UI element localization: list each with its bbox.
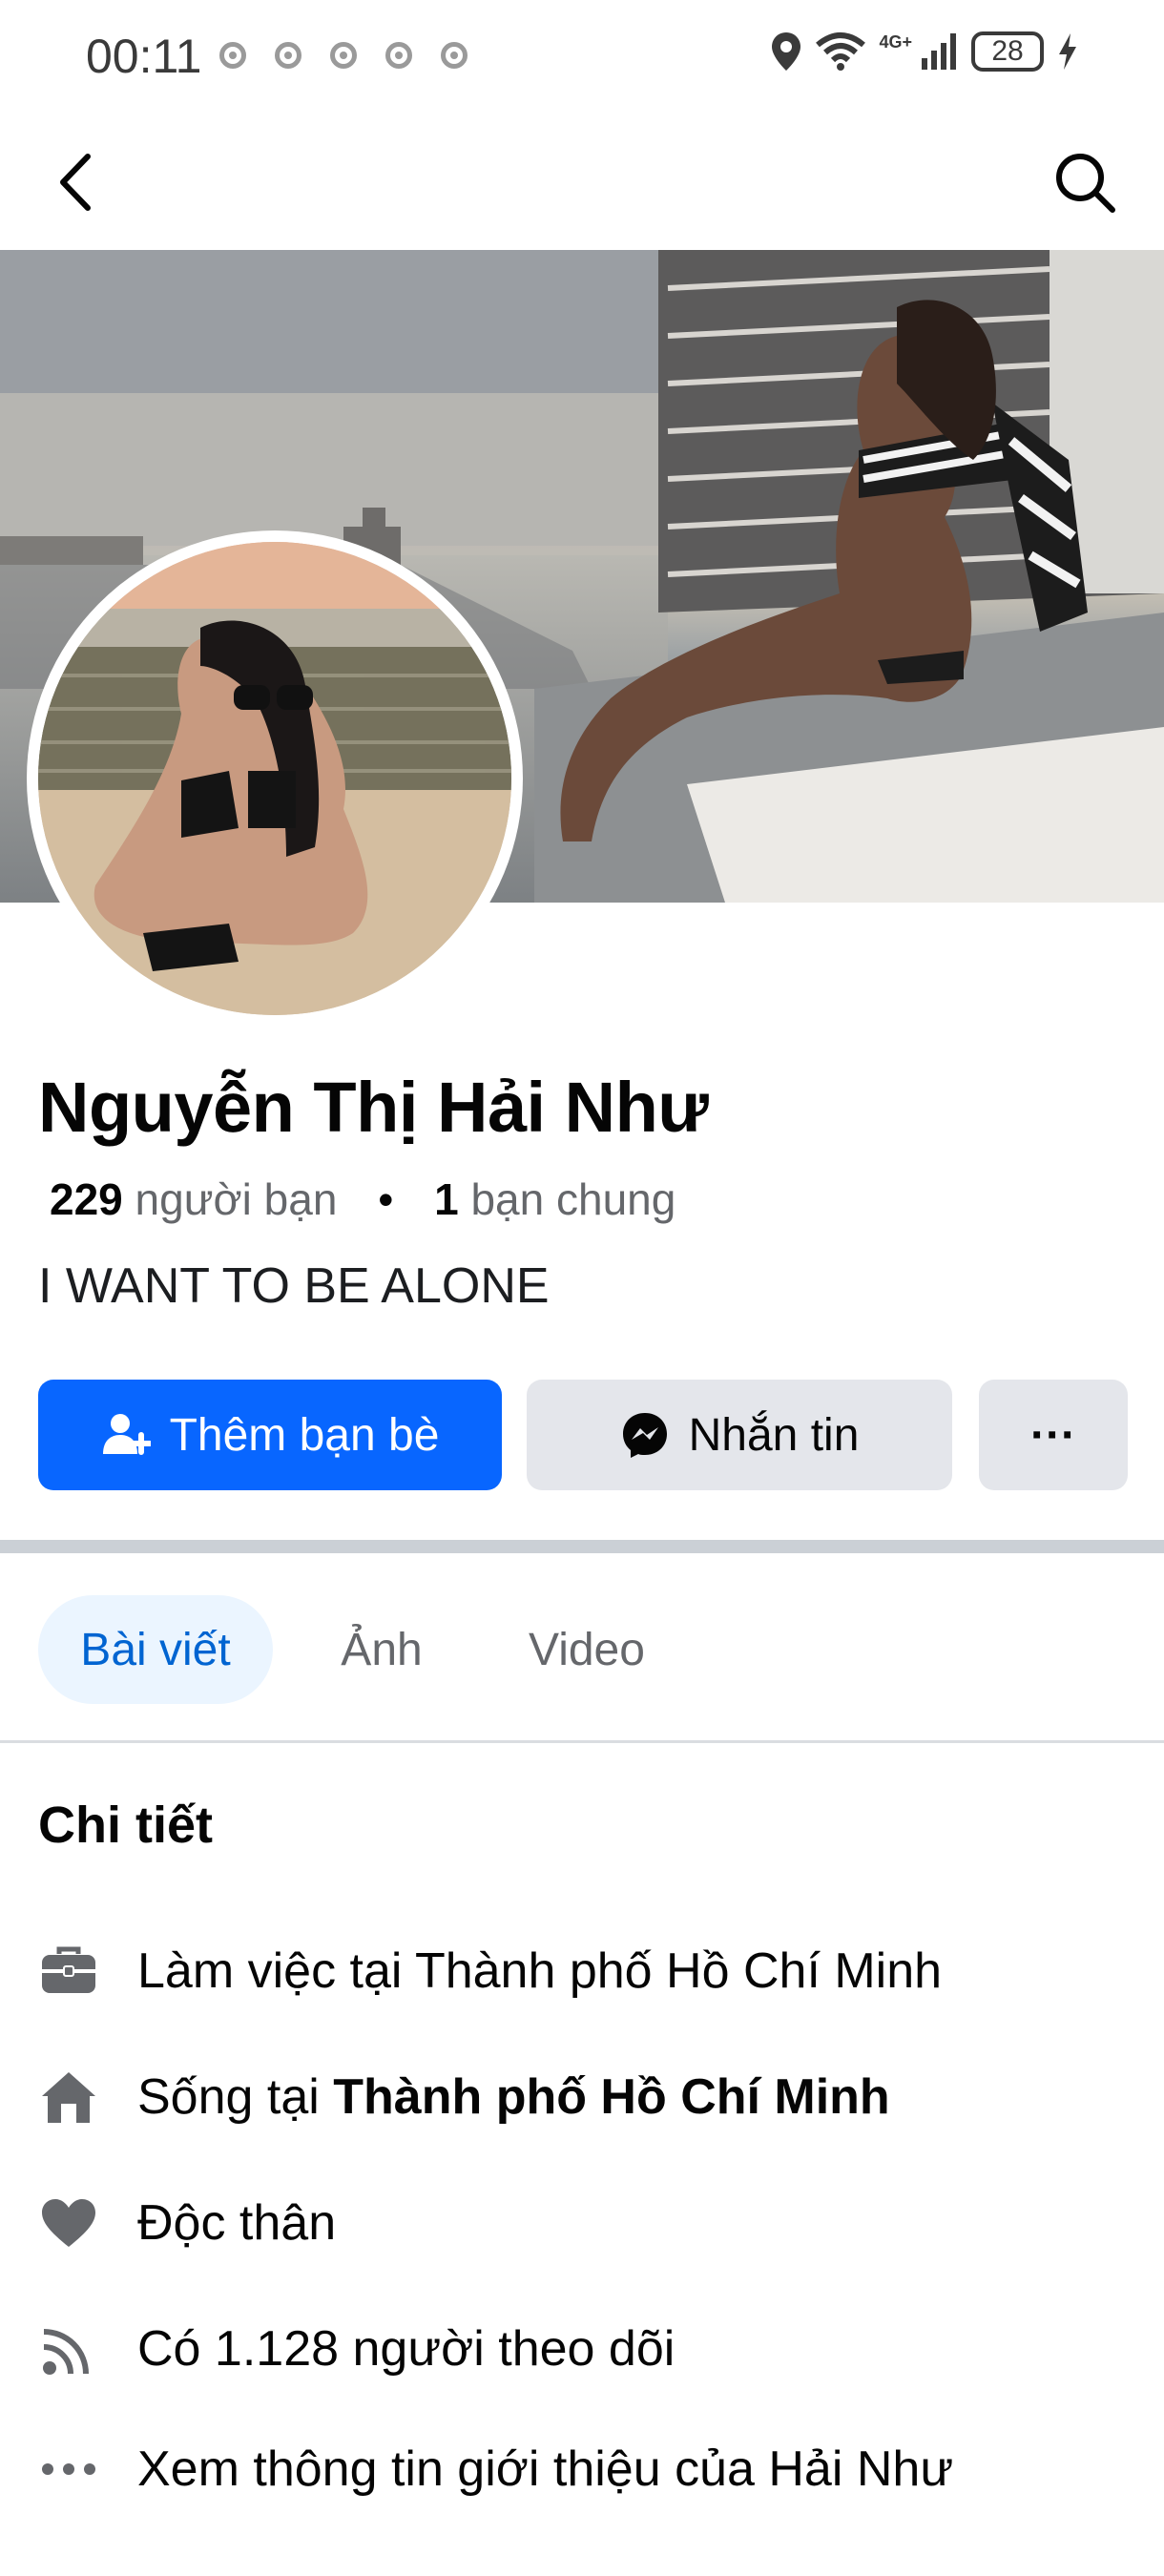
home-icon [38,2067,99,2128]
notification-icon [385,42,412,69]
lives-in-text: Sống tại Thành phố Hồ Chí Minh [137,2068,890,2126]
mutual-friends-label: bạn chung [470,1174,676,1224]
avatar-photo [38,542,511,1015]
tab-photos[interactable]: Ảnh [324,1595,439,1704]
battery-icon: 28 [971,31,1044,72]
detail-followers[interactable]: Có 1.128 người theo dõi [38,2311,675,2387]
followers-text: Có 1.128 người theo dõi [137,2321,676,2377]
add-friend-label: Thêm bạn bè [169,1409,440,1461]
see-about-text: Xem thông tin giới thiệu của Hải Như [137,2441,954,2497]
section-divider [0,1540,1164,1553]
add-friend-button[interactable]: Thêm bạn bè [38,1380,502,1490]
friends-summary[interactable]: 229 người bạn • 1 bạn chung [50,1174,676,1225]
notification-icon [330,42,357,69]
details-title: Chi tiết [38,1797,213,1854]
mutual-friends-count: 1 [434,1174,459,1224]
profile-avatar[interactable] [27,530,523,1027]
location-icon [772,32,801,71]
add-friend-icon [102,1414,151,1455]
notification-icon [219,42,246,69]
notification-icons [219,42,468,69]
tabs-divider [0,1740,1164,1743]
rss-icon [38,2318,99,2379]
more-icon: ··· [1030,1409,1076,1461]
notification-icon [275,42,301,69]
detail-work: Làm việc tại Thành phố Hồ Chí Minh [38,1933,942,2009]
search-icon [1056,154,1115,213]
friends-count: 229 [50,1174,123,1224]
profile-name: Nguyễn Thị Hải Như [38,1068,709,1147]
lives-in-city[interactable]: Thành phố Hồ Chí Minh [333,2069,889,2125]
messenger-icon [622,1413,667,1458]
back-button[interactable] [50,151,103,214]
status-right: 4G+ 28 [770,31,1078,73]
message-label: Nhắn tin [688,1409,860,1461]
work-text: Làm việc tại Thành phố Hồ Chí Minh [137,1943,943,1999]
avatar-illustration [38,542,511,1015]
status-bar: 00:11 4G+ 28 [0,0,1164,114]
notification-icon [441,42,468,69]
detail-relationship: Độc thân [38,2185,336,2261]
network-type: 4G+ [879,31,912,52]
more-options-button[interactable]: ··· [979,1380,1128,1490]
chevron-left-icon [60,154,91,211]
tab-videos[interactable]: Video [515,1595,658,1704]
message-button[interactable]: Nhắn tin [527,1380,952,1490]
signal-icon [922,33,956,70]
status-time: 00:11 [86,30,202,83]
profile-bio: I WANT TO BE ALONE [38,1258,550,1314]
briefcase-icon [38,1941,99,2002]
wifi-icon [816,32,866,71]
detail-lives-in: Sống tại Thành phố Hồ Chí Minh [38,2059,890,2135]
search-button[interactable] [1053,151,1116,214]
friends-label: người bạn [135,1174,338,1224]
charging-icon [1059,33,1076,70]
separator: • [378,1174,394,1224]
lives-in-prefix: Sống tại [137,2069,334,2125]
see-about-row[interactable]: Xem thông tin giới thiệu của Hải Như [38,2431,953,2507]
more-icon [38,2439,99,2500]
heart-icon [38,2192,99,2254]
tab-posts[interactable]: Bài viết [38,1595,273,1704]
relationship-text: Độc thân [137,2195,337,2251]
battery-level: 28 [991,35,1024,67]
